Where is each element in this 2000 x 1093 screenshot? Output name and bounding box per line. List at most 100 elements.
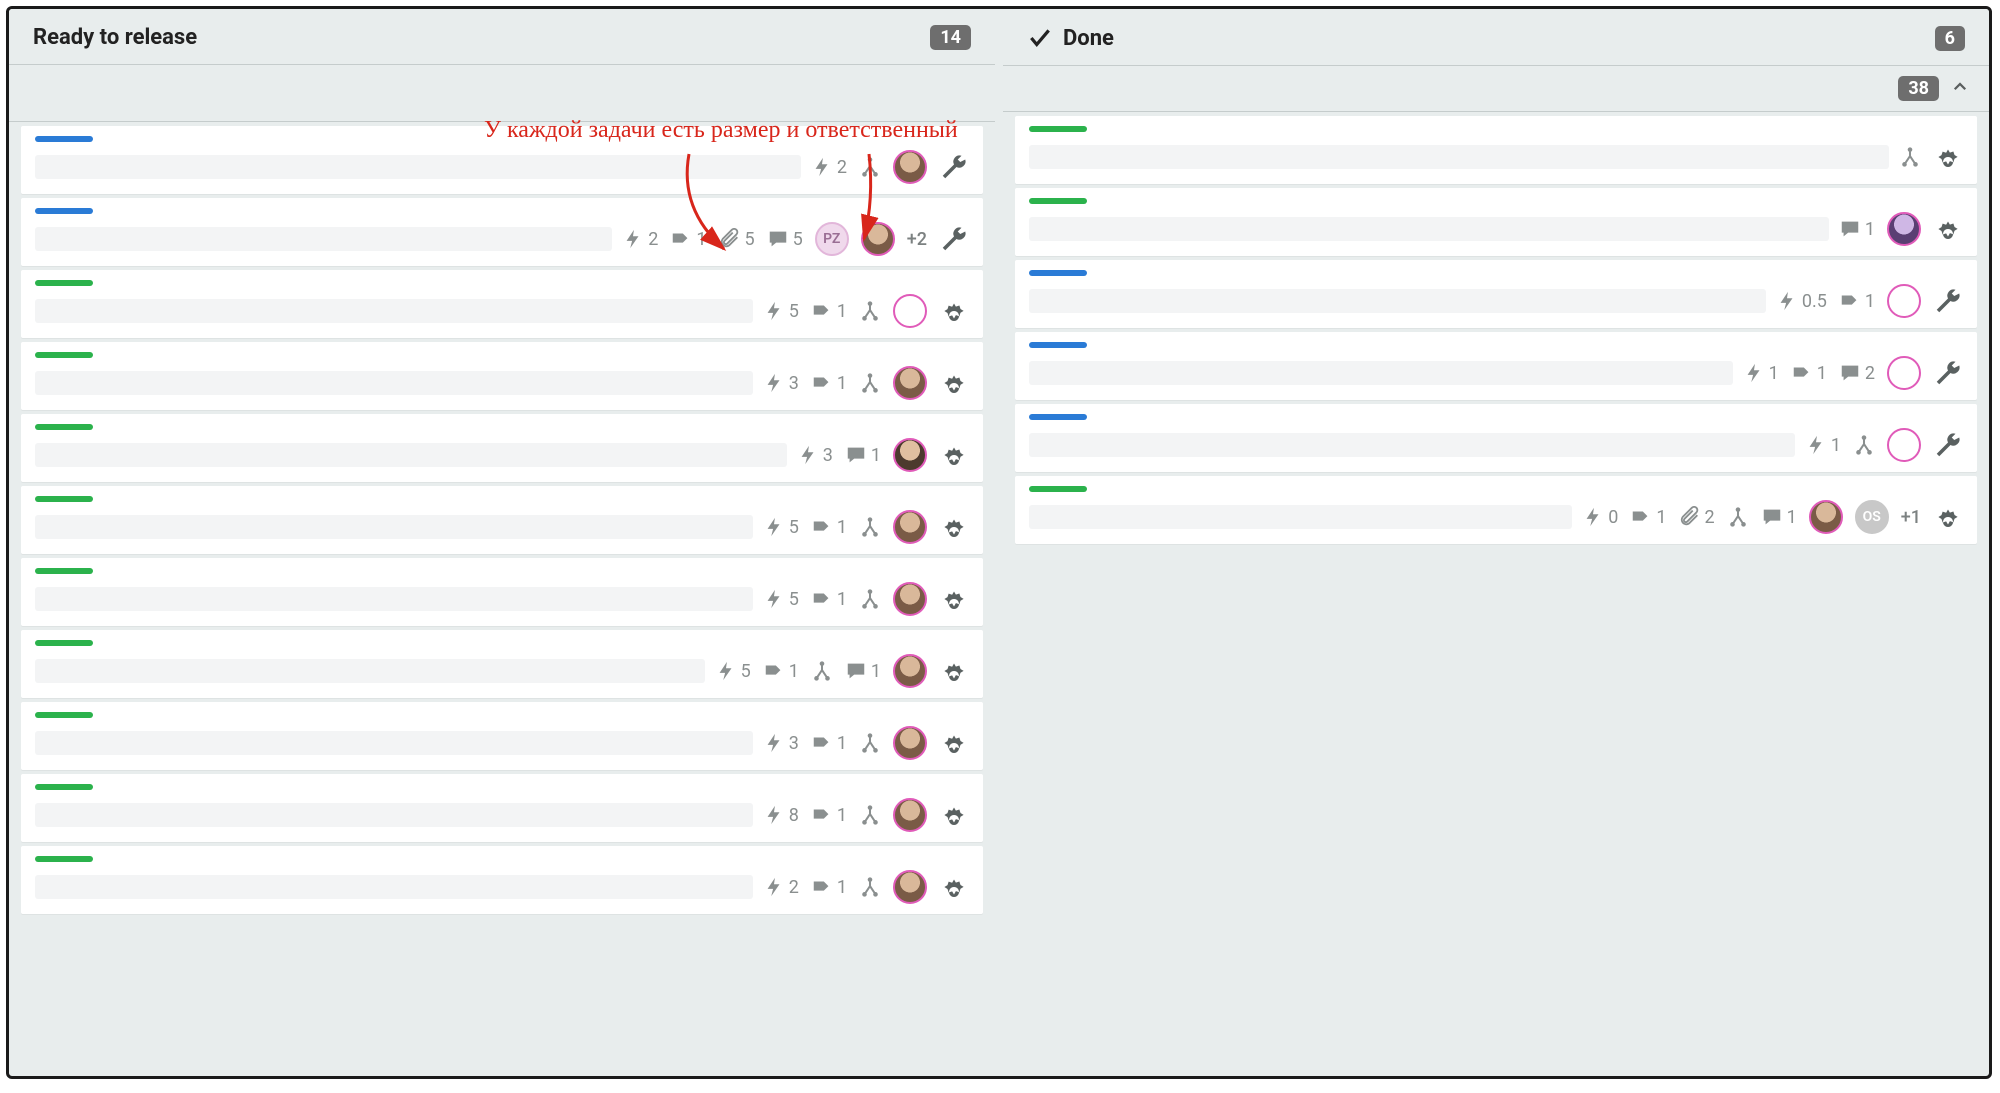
task-card[interactable] [1015, 116, 1977, 184]
chat-icon [767, 228, 789, 250]
relations-meta [811, 660, 833, 682]
swimlane-header[interactable]: 38 [1003, 66, 1989, 111]
effort-value: 5 [789, 517, 799, 538]
column-header[interactable]: Ready to release 14 [9, 9, 995, 64]
assignee-avatar[interactable] [893, 582, 927, 616]
task-card[interactable]: 51 [21, 486, 983, 554]
tag-count: 1 [696, 229, 706, 250]
task-card[interactable]: 0.51 [1015, 260, 1977, 328]
comments-meta: 1 [1839, 218, 1875, 240]
relations-meta [859, 516, 881, 538]
task-card[interactable]: 112 [1015, 332, 1977, 400]
tag-meta: 1 [811, 804, 847, 826]
assignee-avatar[interactable] [893, 798, 927, 832]
card-metadata: 1 [1839, 212, 1963, 246]
gear-icon[interactable] [939, 368, 969, 398]
task-card[interactable]: 1 [1015, 404, 1977, 472]
relations-meta [859, 588, 881, 610]
task-card[interactable]: 1 [1015, 188, 1977, 256]
tag-icon [811, 372, 833, 394]
gear-icon[interactable] [939, 872, 969, 902]
wrench-icon[interactable] [1933, 358, 1963, 388]
chat-icon [1761, 506, 1783, 528]
card-color-stripe [35, 856, 93, 862]
bolt-icon [715, 660, 737, 682]
assignee-avatar[interactable] [1887, 428, 1921, 462]
assignee-avatar[interactable] [861, 222, 895, 256]
column-header[interactable]: Done 6 [1003, 9, 1989, 65]
comments-count: 1 [1787, 507, 1797, 528]
task-card[interactable]: 21 [21, 846, 983, 914]
wrench-icon[interactable] [1933, 286, 1963, 316]
gear-icon[interactable] [939, 440, 969, 470]
gear-icon[interactable] [939, 584, 969, 614]
gear-icon[interactable] [1933, 142, 1963, 172]
task-card[interactable]: 31 [21, 702, 983, 770]
comments-meta: 1 [1761, 506, 1797, 528]
card-color-stripe [1029, 486, 1087, 492]
bolt-icon [797, 444, 819, 466]
card-metadata: 51 [763, 510, 969, 544]
chevron-up-icon[interactable] [1951, 77, 1969, 101]
assignee-avatar[interactable] [893, 438, 927, 472]
gear-icon[interactable] [1933, 502, 1963, 532]
column-title: Ready to release [33, 25, 197, 50]
gear-icon[interactable] [939, 656, 969, 686]
gear-icon[interactable] [939, 728, 969, 758]
card-metadata: 0121OS+1 [1582, 500, 1963, 534]
effort-meta: 3 [797, 444, 833, 466]
effort-value: 5 [789, 301, 799, 322]
more-assignees[interactable]: +2 [907, 229, 927, 250]
effort-value: 2 [789, 877, 799, 898]
effort-meta: 0.5 [1776, 290, 1827, 312]
effort-meta: 5 [763, 300, 799, 322]
gear-icon[interactable] [939, 800, 969, 830]
task-card[interactable]: 0121OS+1 [1015, 476, 1977, 544]
assignee-avatar[interactable] [1887, 356, 1921, 390]
card-title-redacted [1029, 433, 1795, 457]
chat-icon [845, 444, 867, 466]
gear-icon[interactable] [939, 512, 969, 542]
card-color-stripe [1029, 342, 1087, 348]
task-card[interactable]: 31 [21, 342, 983, 410]
task-card[interactable]: 81 [21, 774, 983, 842]
card-list: 2 2155PZ+2 51 31 [9, 122, 995, 926]
bolt-icon [1776, 290, 1798, 312]
assignee-avatar[interactable] [1809, 500, 1843, 534]
tag-meta: 1 [811, 732, 847, 754]
effort-value: 8 [789, 805, 799, 826]
assignee-avatar[interactable] [893, 654, 927, 688]
task-card[interactable]: 2155PZ+2 [21, 198, 983, 266]
paperclip-icon [1679, 506, 1701, 528]
merge-icon [859, 804, 881, 826]
merge-icon [859, 372, 881, 394]
effort-value: 3 [823, 445, 833, 466]
assignee-avatar[interactable]: OS [1855, 500, 1889, 534]
task-card[interactable]: 51 [21, 270, 983, 338]
task-card[interactable]: 2 [21, 126, 983, 194]
assignee-avatar[interactable] [1887, 284, 1921, 318]
gear-icon[interactable] [939, 296, 969, 326]
assignee-avatar[interactable] [893, 726, 927, 760]
task-card[interactable]: 51 [21, 558, 983, 626]
assignee-avatar[interactable] [893, 870, 927, 904]
tag-count: 1 [837, 373, 847, 394]
assignee-avatar[interactable] [893, 294, 927, 328]
assignee-avatar[interactable] [893, 366, 927, 400]
task-card[interactable]: 31 [21, 414, 983, 482]
assignee-avatar[interactable] [893, 510, 927, 544]
card-metadata: 0.51 [1776, 284, 1963, 318]
wrench-icon[interactable] [939, 224, 969, 254]
task-card[interactable]: 511 [21, 630, 983, 698]
assignee-avatar[interactable]: PZ [815, 222, 849, 256]
assignee-avatar[interactable] [893, 150, 927, 184]
card-metadata: 21 [763, 870, 969, 904]
wrench-icon[interactable] [1933, 430, 1963, 460]
card-color-stripe [35, 424, 93, 430]
more-assignees[interactable]: +1 [1901, 507, 1921, 528]
wrench-icon[interactable] [939, 152, 969, 182]
assignee-avatar[interactable] [1887, 212, 1921, 246]
column-ready-to-release: Ready to release 14 2 2155PZ+2 [9, 9, 995, 1076]
comments-count: 1 [871, 445, 881, 466]
gear-icon[interactable] [1933, 214, 1963, 244]
